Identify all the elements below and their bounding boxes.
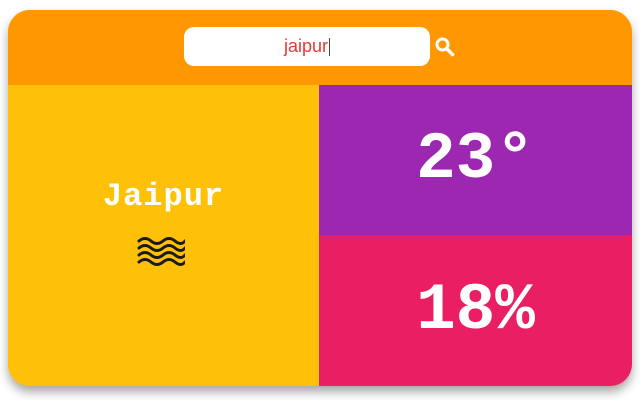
city-panel: Jaipur <box>8 85 319 386</box>
search-input-value: jaipur <box>283 36 331 57</box>
humidity-value: 18% <box>416 273 535 348</box>
temperature-panel: 23° <box>319 85 632 235</box>
text-caret <box>329 37 331 56</box>
search-input[interactable]: jaipur <box>184 27 430 66</box>
city-name: Jaipur <box>102 178 225 215</box>
temperature-value: 23° <box>416 122 535 197</box>
weather-card: jaipur Jaipur 23° 18% <box>8 10 632 386</box>
search-header: jaipur <box>8 10 632 85</box>
humidity-panel: 18% <box>319 235 632 386</box>
haze-icon <box>137 235 187 269</box>
search-query-text: jaipur <box>283 36 329 56</box>
search-icon[interactable] <box>434 36 456 58</box>
